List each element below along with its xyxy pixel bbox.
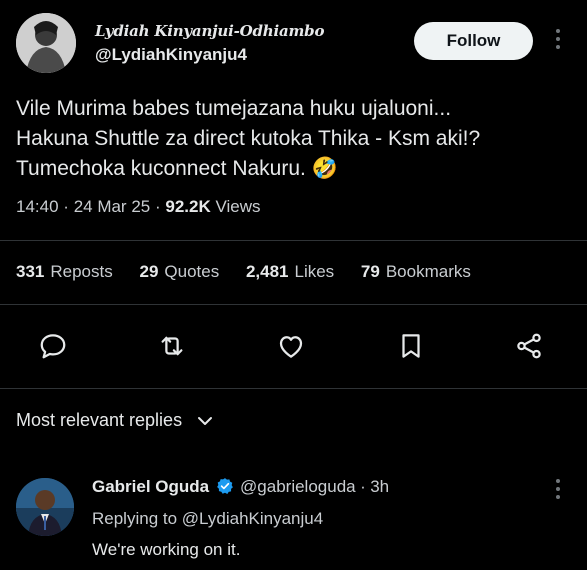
quotes-label: Quotes — [164, 262, 220, 281]
tweet-text-line: Tumechoka kuconnect Nakuru. 🤣 — [16, 157, 338, 180]
reply-text: We're working on it. — [92, 540, 241, 559]
tweet-time[interactable]: 14:40 — [16, 197, 59, 216]
divider — [0, 240, 587, 241]
quotes-stat[interactable]: 29 Quotes — [139, 262, 241, 281]
quotes-count: 29 — [139, 262, 159, 281]
reposts-stat[interactable]: 331 Reposts — [16, 262, 135, 281]
bookmarks-stat[interactable]: 79 Bookmarks — [361, 262, 471, 281]
bookmarks-label: Bookmarks — [385, 262, 471, 281]
replies-sort-dropdown[interactable]: Most relevant replies — [16, 410, 213, 432]
replying-to-handle[interactable]: @LydiahKinyanju4 — [182, 509, 323, 528]
follow-button[interactable]: Follow — [414, 22, 533, 60]
more-options-icon[interactable] — [550, 28, 566, 54]
reply-author-name[interactable]: Gabriel Oguda — [92, 477, 209, 496]
divider — [0, 388, 587, 389]
bookmark-icon[interactable] — [396, 331, 426, 361]
likes-stat[interactable]: 2,481 Likes — [246, 262, 356, 281]
tweet-text: Vile Murima babes tumejazana huku ujaluo… — [16, 94, 571, 184]
repost-icon[interactable] — [157, 331, 187, 361]
author-name[interactable]: Lydiah Kinyanjui-Odhiambo — [95, 22, 324, 40]
share-icon[interactable] — [514, 331, 544, 361]
reposts-label: Reposts — [50, 262, 113, 281]
reply-avatar[interactable] — [16, 478, 74, 536]
tweet-date[interactable]: 24 Mar 25 — [74, 197, 151, 216]
tweet-meta: 14:40 · 24 Mar 25 · 92.2K Views — [16, 197, 261, 217]
chevron-down-icon — [197, 411, 213, 432]
views-label: Views — [215, 197, 261, 216]
views-count: 92.2K — [165, 197, 211, 216]
bookmarks-count: 79 — [360, 262, 380, 281]
tweet-text-line: Vile Murima babes tumejazana huku ujaluo… — [16, 97, 452, 120]
reposts-count: 331 — [16, 262, 45, 281]
tweet-text-line: Hakuna Shuttle za direct kutoka Thika - … — [16, 127, 481, 150]
like-icon[interactable] — [276, 331, 306, 361]
engagement-stats: 331 Reposts 29 Quotes 2,481 Likes 79 Bookmar… — [16, 262, 471, 282]
avatar-image — [16, 13, 76, 73]
reply-header: Gabriel Oguda @gabrieloguda · 3h — [92, 477, 389, 500]
author-handle[interactable]: @LydiahKinyanju4 — [95, 45, 247, 65]
reply-author-handle[interactable]: @gabrieloguda — [240, 477, 356, 496]
replying-to: Replying to @LydiahKinyanju4 — [92, 509, 323, 529]
verified-badge-icon — [216, 477, 234, 500]
separator: · — [154, 197, 161, 216]
reply-time[interactable]: 3h — [370, 477, 389, 496]
author-avatar[interactable] — [16, 13, 76, 73]
likes-label: Likes — [294, 262, 335, 281]
separator: · — [63, 197, 69, 216]
reply-icon[interactable] — [38, 331, 68, 361]
reply-avatar-image — [16, 478, 74, 536]
divider — [0, 304, 587, 305]
replying-to-prefix: Replying to — [92, 509, 178, 528]
likes-count: 2,481 — [245, 262, 289, 281]
reply-more-options-icon[interactable] — [552, 478, 564, 504]
separator: · — [360, 477, 366, 496]
replies-sort-label: Most relevant replies — [16, 410, 183, 430]
